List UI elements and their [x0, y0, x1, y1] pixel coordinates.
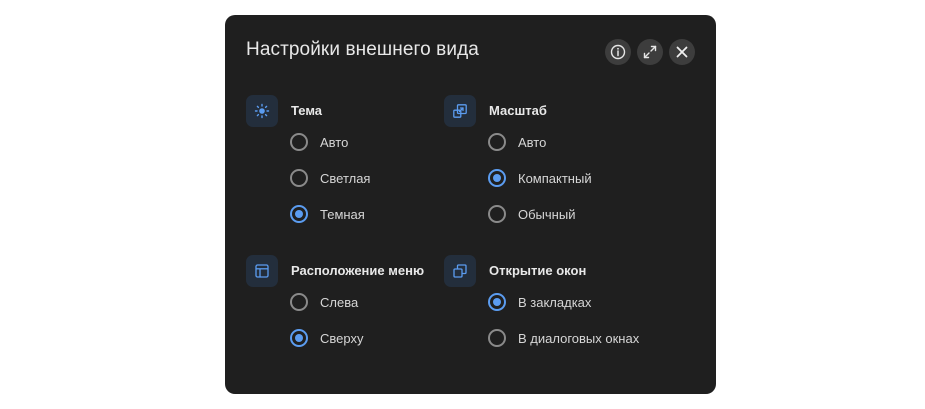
menu-option-top[interactable]: Сверху: [290, 327, 363, 349]
option-label: Темная: [320, 206, 365, 222]
theme-title: Тема: [291, 103, 323, 118]
option-label: Авто: [320, 134, 349, 150]
radio-button[interactable]: [488, 293, 506, 311]
radio-button[interactable]: [290, 169, 308, 187]
option-label: Компактный: [518, 170, 592, 186]
scale-option-normal[interactable]: Обычный: [488, 203, 575, 225]
windows-option-dialogs[interactable]: В диалоговых окнах: [488, 327, 639, 349]
window-opening-title: Открытие окон: [489, 263, 587, 278]
option-label: Светлая: [320, 170, 371, 186]
dialog-title: Настройки внешнего вида: [246, 39, 479, 60]
option-label: Сверху: [320, 330, 364, 346]
option-label: Обычный: [518, 206, 576, 222]
radio-button[interactable]: [488, 169, 506, 187]
option-label: Слева: [320, 294, 359, 310]
layout-icon: [246, 255, 278, 287]
scale-icon: [444, 95, 476, 127]
option-label: Авто: [518, 134, 547, 150]
menu-option-left[interactable]: Слева: [290, 291, 358, 313]
radio-button[interactable]: [290, 293, 308, 311]
radio-button[interactable]: [488, 329, 506, 347]
appearance-settings-dialog: Настройки внешнего вида Тема Авто Светла…: [225, 15, 716, 394]
expand-icon: [643, 45, 657, 59]
sun-icon: [246, 95, 278, 127]
option-label: В закладках: [518, 294, 592, 310]
close-icon: [675, 45, 689, 59]
scale-option-compact[interactable]: Компактный: [488, 167, 592, 189]
radio-button[interactable]: [290, 205, 308, 223]
info-button[interactable]: [605, 39, 631, 65]
info-icon: [610, 44, 626, 60]
radio-button[interactable]: [488, 205, 506, 223]
radio-button[interactable]: [290, 133, 308, 151]
expand-button[interactable]: [637, 39, 663, 65]
theme-option-auto[interactable]: Авто: [290, 131, 348, 153]
scale-option-auto[interactable]: Авто: [488, 131, 546, 153]
theme-option-dark[interactable]: Темная: [290, 203, 365, 225]
theme-option-light[interactable]: Светлая: [290, 167, 370, 189]
radio-button[interactable]: [488, 133, 506, 151]
scale-title: Масштаб: [489, 103, 547, 118]
menu-layout-title: Расположение меню: [291, 263, 425, 278]
option-label: В диалоговых окнах: [518, 330, 640, 346]
radio-button[interactable]: [290, 329, 308, 347]
windows-icon: [444, 255, 476, 287]
close-button[interactable]: [669, 39, 695, 65]
windows-option-tabs[interactable]: В закладках: [488, 291, 591, 313]
